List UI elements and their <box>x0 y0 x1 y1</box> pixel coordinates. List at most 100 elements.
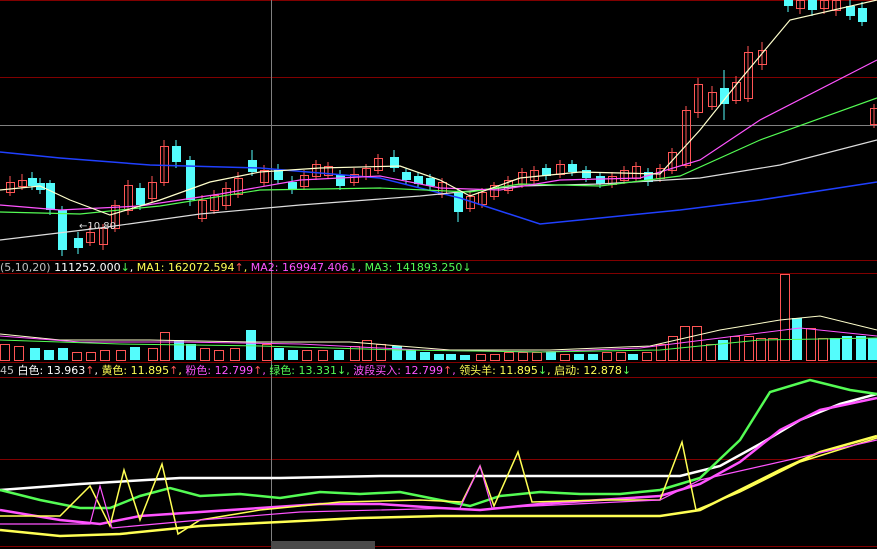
candle-body <box>136 188 145 205</box>
green-arrow: ↓ <box>337 364 347 377</box>
volume-bar <box>868 338 877 360</box>
volume-bar <box>334 350 344 360</box>
volume-value: 111252.000 <box>54 261 121 274</box>
candle-body <box>454 192 463 212</box>
wave-buy-label: 波段买入: <box>353 364 401 377</box>
candle-body <box>28 178 37 186</box>
start-label: 启动: <box>554 364 580 377</box>
volume-bar <box>72 352 82 361</box>
volume-bar <box>532 352 542 361</box>
volume-bar <box>656 344 666 361</box>
pink-arrow: ↑ <box>253 364 263 377</box>
ma2-label: MA2: <box>250 261 279 274</box>
volume-bar <box>628 354 638 360</box>
volume-bar <box>490 354 500 361</box>
volume-bar <box>160 332 170 361</box>
volume-bar <box>186 344 196 360</box>
volume-bar <box>830 338 840 360</box>
low-price-label: ←10.80 <box>79 221 117 232</box>
volume-bar <box>460 355 470 360</box>
volume-bar <box>602 352 612 361</box>
volume-bar <box>274 348 284 360</box>
volume-bar <box>446 354 456 360</box>
volume-bar <box>434 354 444 360</box>
volume-bar <box>14 346 24 361</box>
indicator-prefix: 45 <box>0 364 14 377</box>
volume-bar <box>318 350 328 361</box>
ma2-arrow: ↓ <box>348 261 358 274</box>
volume-bar <box>288 350 298 360</box>
volume-bar <box>230 348 240 361</box>
volume-bar <box>856 336 866 360</box>
volume-bar <box>0 344 10 361</box>
pink-value: 12.799 <box>214 364 254 377</box>
leader-value: 11.895 <box>499 364 538 377</box>
volume-bar <box>148 348 158 361</box>
ma3-label: MA3: <box>364 261 393 274</box>
ma-green-line <box>0 97 877 215</box>
ma3-value: 141893.250 <box>395 261 463 274</box>
volume-bar <box>214 350 224 361</box>
ma1-arrow: ↑ <box>234 261 244 274</box>
volume-bar <box>262 344 272 361</box>
candle-body <box>248 160 257 172</box>
indicator-bar: 45 白色: 13.963↑, 黄色: 11.895↑, 粉色: 12.799↑… <box>0 364 632 377</box>
volume-bar <box>842 336 852 360</box>
leader-arrow: ↓ <box>537 364 548 377</box>
candle-body <box>288 182 297 190</box>
volume-bar <box>692 326 702 361</box>
ma-pink-line <box>0 59 877 211</box>
volume-bar <box>420 352 430 360</box>
volume-bar <box>174 340 184 360</box>
candle-body <box>336 175 345 186</box>
candle-body <box>568 164 577 172</box>
volume-bar <box>392 346 402 360</box>
volume-bar <box>574 354 584 360</box>
wave-buy-arrow: ↑ <box>442 364 453 377</box>
start-value: 12.878 <box>583 364 622 377</box>
candle-body <box>582 170 591 178</box>
volume-ma1-line <box>0 315 877 351</box>
volume-bar <box>768 338 778 361</box>
candle-body <box>808 0 817 10</box>
volume-bar <box>756 338 766 361</box>
candle-body <box>58 210 67 250</box>
volume-bar <box>100 350 110 361</box>
ma3-arrow: ↓ <box>462 261 472 274</box>
candle-body <box>46 183 55 210</box>
volume-bar <box>376 344 386 361</box>
volume-bar <box>406 350 416 360</box>
volume-bar <box>58 348 68 360</box>
candle-body <box>172 146 181 162</box>
white-label: 白色: <box>17 364 44 377</box>
indicator-white-line <box>0 392 877 492</box>
candle-body <box>74 238 83 248</box>
volume-bar <box>744 336 754 361</box>
volume-bar <box>302 350 312 361</box>
volume-arrow: ↓ <box>120 261 130 274</box>
yellow-arrow: ↑ <box>169 364 179 377</box>
white-value: 13.963 <box>46 364 86 377</box>
volume-bar <box>518 352 528 361</box>
volume-bar <box>680 326 690 361</box>
volume-bar <box>546 352 556 360</box>
volume-bar <box>44 350 54 360</box>
yellow-value: 11.895 <box>130 364 170 377</box>
volume-bar <box>130 347 140 360</box>
crosshair-date-box <box>271 541 375 549</box>
volume-bar <box>818 338 828 361</box>
pink-label: 粉色: <box>185 364 212 377</box>
ma1-value: 162072.594 <box>168 261 235 274</box>
start-arrow: ↓ <box>621 364 632 377</box>
candle-body <box>426 178 435 186</box>
candle-body <box>596 176 605 184</box>
volume-bar <box>780 274 790 361</box>
green-label: 绿色: <box>269 364 296 377</box>
volume-bar <box>116 350 126 361</box>
candle-body <box>846 6 855 16</box>
volume-indicator-bar: (5,10,20) 111252.000↓, MA1: 162072.594↑,… <box>0 261 472 274</box>
leader-label: 领头羊: <box>459 364 496 377</box>
volume-bar <box>706 344 716 361</box>
candle-body <box>858 8 867 22</box>
green-value: 13.331 <box>298 364 338 377</box>
